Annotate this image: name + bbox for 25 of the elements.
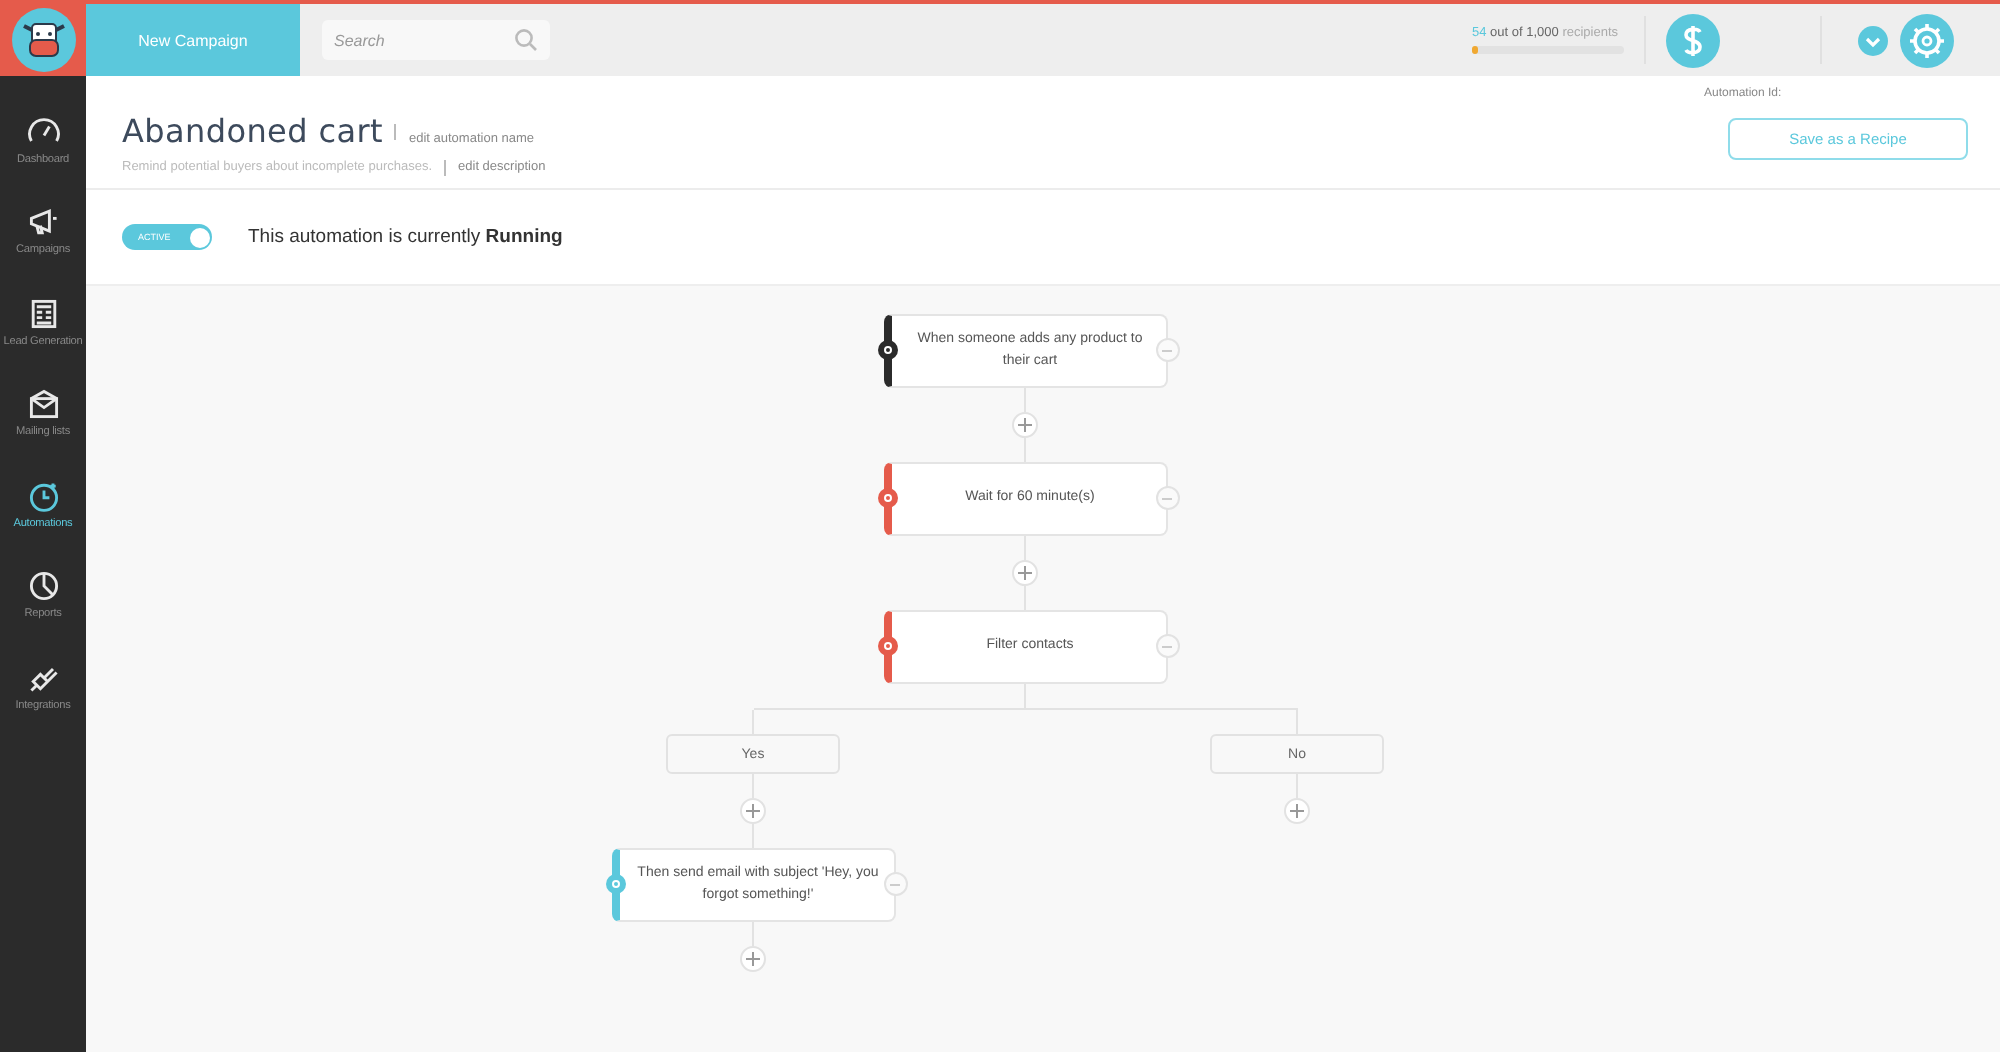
automation-title: Abandoned cart (122, 112, 383, 150)
dollar-icon[interactable] (1666, 13, 1720, 67)
add-step-button[interactable] (1284, 798, 1310, 824)
plus-icon (1018, 566, 1032, 580)
add-step-button[interactable] (1012, 412, 1038, 438)
add-step-button[interactable] (740, 946, 766, 972)
plus-icon (746, 952, 760, 966)
status-text: This automation is currently Running (248, 226, 563, 248)
envelope-icon (25, 386, 61, 423)
cow-logo-icon (11, 8, 75, 72)
plus-icon (1018, 418, 1032, 432)
clock-icon (25, 477, 61, 514)
add-step-button[interactable] (740, 798, 766, 824)
step-handle-icon[interactable] (605, 874, 625, 894)
settings-icon[interactable] (1900, 13, 1954, 67)
plus-icon (746, 804, 760, 818)
search-field[interactable]: Search (322, 20, 550, 60)
add-step-button[interactable] (1012, 560, 1038, 586)
step-handle-icon[interactable] (877, 340, 897, 360)
pie-chart-icon (25, 568, 61, 605)
logo-tile[interactable] (0, 0, 86, 76)
step-handle-icon[interactable] (877, 488, 897, 508)
plus-icon (1290, 804, 1304, 818)
chevron-down-icon[interactable] (1858, 25, 1888, 55)
step-handle-icon[interactable] (877, 636, 897, 656)
